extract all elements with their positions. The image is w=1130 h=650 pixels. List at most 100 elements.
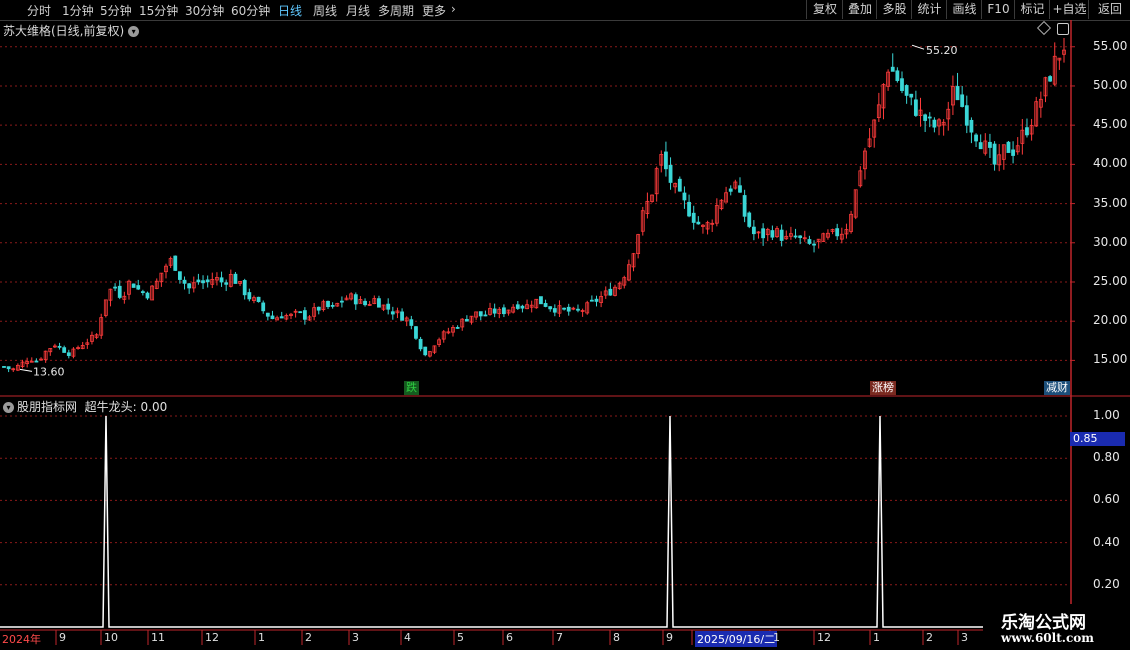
candle-body bbox=[881, 84, 886, 109]
candle-body bbox=[751, 226, 756, 235]
candle-body bbox=[724, 192, 728, 203]
candle-body bbox=[43, 350, 48, 361]
candle-body bbox=[94, 334, 99, 338]
candle-body bbox=[108, 288, 113, 301]
low-price-label: 13.60 bbox=[33, 365, 65, 378]
period-tab-6[interactable]: 日线 bbox=[278, 2, 302, 19]
candle-body bbox=[1062, 49, 1066, 55]
period-tab-3[interactable]: 15分钟 bbox=[139, 2, 178, 19]
period-tab-8[interactable]: 月线 bbox=[346, 2, 370, 19]
stock-title-text: 苏大维格(日线,前复权) bbox=[3, 24, 125, 38]
toolbar-button-3[interactable]: 统计 bbox=[911, 0, 947, 19]
chevron-down-icon[interactable]: ▾ bbox=[3, 402, 14, 413]
candle-body bbox=[747, 212, 752, 227]
candle-body bbox=[863, 150, 867, 170]
period-tab-9[interactable]: 多周期 bbox=[378, 2, 414, 19]
candle-body bbox=[761, 228, 766, 239]
candle-body bbox=[182, 279, 187, 284]
candle-body bbox=[515, 304, 520, 309]
candle-body bbox=[654, 168, 659, 195]
candle-body bbox=[1048, 76, 1053, 82]
candle-body bbox=[330, 304, 335, 307]
period-tab-2[interactable]: 5分钟 bbox=[100, 2, 132, 19]
candle-body bbox=[502, 307, 506, 315]
candle-body bbox=[594, 298, 599, 302]
period-tab-4[interactable]: 30分钟 bbox=[185, 2, 224, 19]
price-tick-label: 20.00 bbox=[1093, 313, 1128, 328]
date-label: 1 bbox=[258, 631, 265, 644]
candle-body bbox=[784, 235, 789, 240]
candle-body bbox=[145, 292, 150, 299]
candle-body bbox=[710, 222, 715, 225]
candle-body bbox=[201, 280, 205, 284]
candle-body bbox=[617, 282, 622, 290]
candle-body bbox=[90, 334, 94, 342]
candle-body bbox=[247, 292, 252, 300]
candle-body bbox=[988, 141, 992, 148]
date-label: 2024年 bbox=[2, 633, 41, 646]
toolbar-button-0[interactable]: 复权 bbox=[806, 0, 843, 19]
candle-body bbox=[668, 164, 673, 183]
candle-body bbox=[932, 119, 937, 128]
candle-body bbox=[353, 294, 358, 305]
candle-body bbox=[909, 93, 914, 98]
toolbar-button-7[interactable]: +自选 bbox=[1049, 0, 1089, 19]
toolbar-button-8[interactable]: 返回 bbox=[1088, 0, 1130, 19]
toolbar-button-1[interactable]: 叠加 bbox=[842, 0, 877, 19]
candle-body bbox=[1011, 149, 1015, 156]
candle-body bbox=[363, 300, 367, 306]
candle-body bbox=[844, 229, 849, 235]
candle-body bbox=[807, 239, 812, 244]
signal-tag-0: 跌 bbox=[404, 381, 419, 395]
candle-body bbox=[548, 306, 553, 310]
candle-body bbox=[437, 339, 442, 346]
candle-body bbox=[673, 183, 678, 188]
candle-body bbox=[256, 296, 261, 303]
date-label: 11 bbox=[151, 631, 165, 644]
date-label: 7 bbox=[556, 631, 563, 644]
candle-body bbox=[1029, 125, 1034, 135]
toolbar-button-2[interactable]: 多股 bbox=[876, 0, 912, 19]
candle-body bbox=[478, 311, 483, 317]
candle-body bbox=[960, 94, 965, 107]
candle-body bbox=[460, 318, 465, 328]
signal-tag-1: 涨榜 bbox=[870, 381, 896, 395]
diamond-icon[interactable] bbox=[1036, 20, 1052, 36]
candle-body bbox=[992, 143, 997, 165]
candle-body bbox=[867, 138, 872, 147]
chevron-down-icon[interactable]: ▾ bbox=[128, 26, 140, 37]
candle-body bbox=[603, 290, 608, 296]
candle-body bbox=[830, 229, 835, 232]
candle-body bbox=[742, 195, 747, 217]
candle-body bbox=[423, 346, 428, 356]
period-tab-1[interactable]: 1分钟 bbox=[62, 2, 94, 19]
price-tick-label: 55.00 bbox=[1093, 38, 1128, 53]
toolbar-button-5[interactable]: F10 bbox=[981, 0, 1015, 19]
candle-body bbox=[252, 297, 256, 302]
candle-body bbox=[719, 199, 724, 210]
period-tab-5[interactable]: 60分钟 bbox=[231, 2, 270, 19]
candle-body bbox=[326, 300, 330, 308]
period-tab-10[interactable]: 更多 bbox=[422, 2, 446, 19]
candle-body bbox=[242, 280, 247, 296]
window-toggle-icon[interactable] bbox=[1057, 23, 1069, 35]
candle-body bbox=[164, 265, 168, 273]
candle-body bbox=[372, 298, 377, 304]
more-arrow-icon[interactable]: › bbox=[451, 2, 456, 16]
candle-body bbox=[117, 285, 122, 298]
period-tab-7[interactable]: 周线 bbox=[313, 2, 337, 19]
date-label: 8 bbox=[613, 631, 620, 644]
date-label: 2025/09/16/二 bbox=[695, 631, 778, 647]
candle-body bbox=[159, 272, 164, 283]
candle-body bbox=[636, 234, 641, 255]
period-tab-0[interactable]: 分时 bbox=[27, 2, 51, 19]
toolbar-button-6[interactable]: 标记 bbox=[1014, 0, 1050, 19]
toolbar-button-4[interactable]: 画线 bbox=[946, 0, 982, 19]
candle-body bbox=[39, 358, 43, 361]
candle-body bbox=[289, 313, 293, 316]
date-label: 3 bbox=[961, 631, 968, 644]
candle-body bbox=[191, 282, 196, 289]
candle-body bbox=[335, 302, 340, 307]
date-label: 12 bbox=[205, 631, 219, 644]
candle-body bbox=[261, 302, 266, 312]
